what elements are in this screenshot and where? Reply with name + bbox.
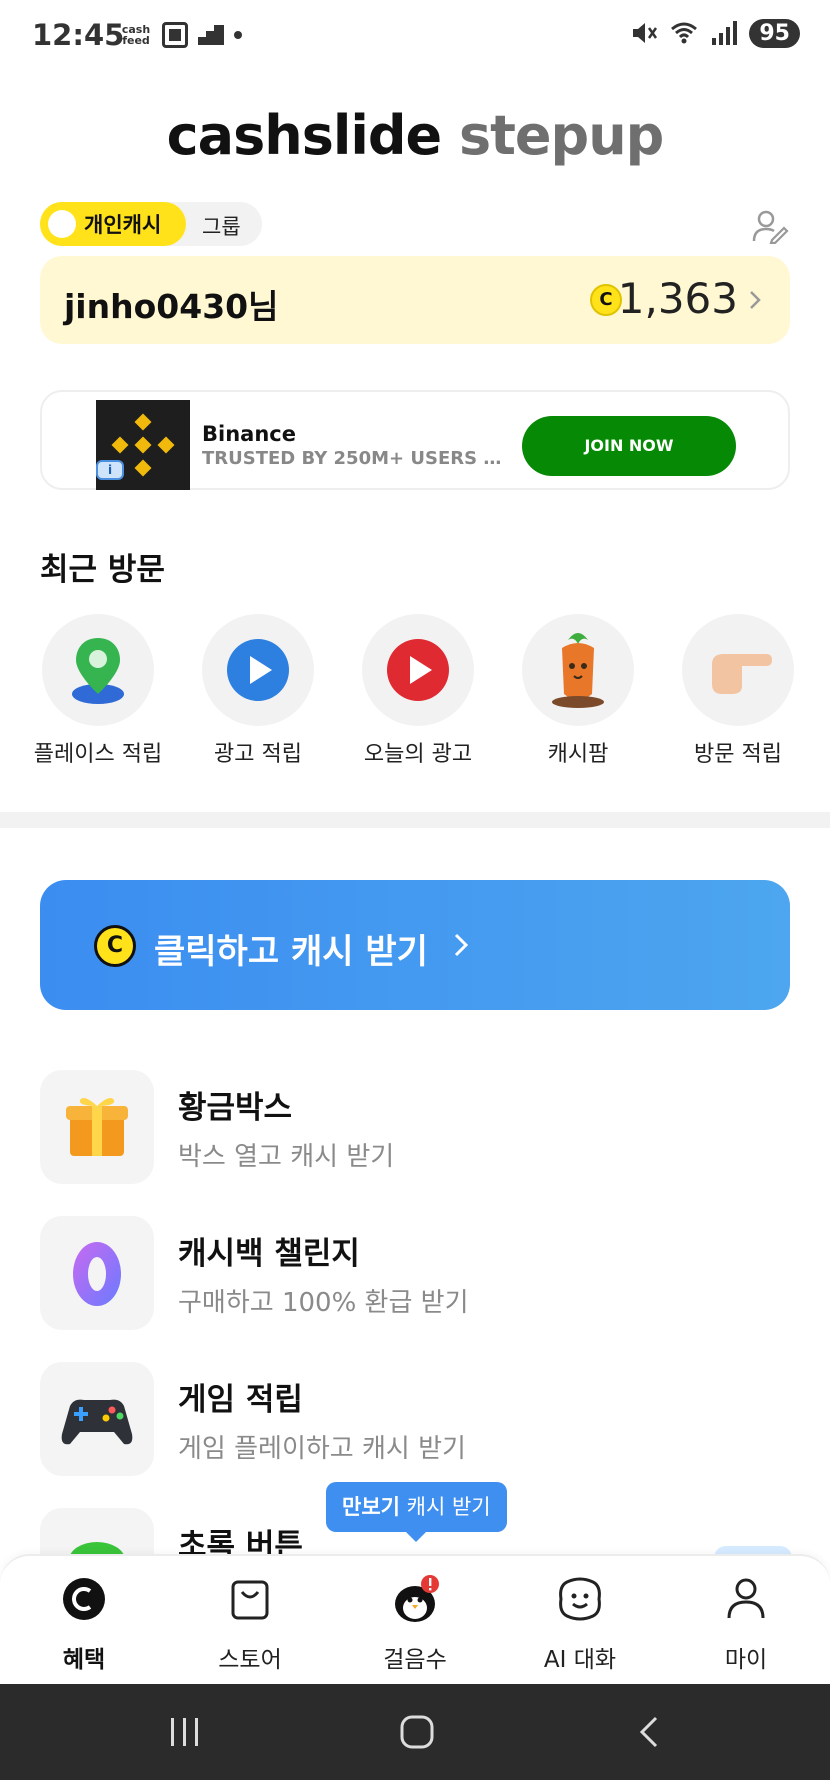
status-time: 12:45: [32, 18, 125, 52]
toggle-personal[interactable]: 개인캐시: [40, 202, 186, 246]
nav-label: 걸음수: [383, 1647, 447, 1673]
section-divider: [0, 812, 830, 828]
recent-item-visit[interactable]: 방문 적립: [658, 614, 818, 768]
coin-icon: C: [94, 925, 136, 967]
ai-face-icon: [559, 1577, 601, 1621]
feature-golden-box[interactable]: 황금박스 박스 열고 캐시 받기: [40, 1070, 790, 1184]
feature-game-reward[interactable]: 게임 적립 게임 플레이하고 캐시 받기: [40, 1362, 790, 1476]
battery-icon: 95: [749, 18, 800, 48]
cashfeed-icon: cash feed: [121, 23, 151, 47]
feature-subtitle: 구매하고 100% 환급 받기: [178, 1288, 469, 1318]
cash-balance: 1,363: [617, 274, 738, 323]
pedometer-tooltip[interactable]: 만보기 캐시 받기: [326, 1482, 507, 1532]
toggle-knob: [48, 210, 76, 238]
user-cash-card[interactable]: jinho0430님 C 1,363: [40, 256, 790, 344]
cash-type-toggle[interactable]: 개인캐시 그룹: [40, 202, 262, 246]
penguin-icon: [395, 1575, 439, 1622]
app-logo: cashslide stepup: [0, 104, 830, 167]
feature-cashback-challenge[interactable]: 캐시백 챌린지 구매하고 100% 환급 받기: [40, 1216, 790, 1330]
back-icon[interactable]: [630, 1712, 670, 1752]
recent-label: 캐시팜: [547, 742, 609, 767]
feature-title: 황금박스: [178, 1090, 293, 1126]
nav-store[interactable]: 스토어: [190, 1574, 310, 1674]
feature-title: 캐시백 챌린지: [178, 1236, 360, 1272]
recent-label: 광고 적립: [214, 742, 302, 767]
feature-subtitle: 박스 열고 캐시 받기: [178, 1142, 395, 1172]
tooltip-bold: 만보기: [342, 1495, 400, 1519]
ad-brand: Binance: [202, 422, 296, 446]
ad-join-button[interactable]: JOIN NOW: [522, 416, 736, 476]
recent-label: 오늘의 광고: [363, 742, 473, 767]
bottom-nav: 혜택 스토어 걸음수 AI 대화 마이: [0, 1554, 830, 1684]
pointing-hand-icon: [682, 614, 794, 726]
stair-icon: [198, 25, 224, 45]
dot-icon: [234, 31, 242, 39]
shopping-bag-icon: [231, 1580, 269, 1620]
nav-ai-chat[interactable]: AI 대화: [520, 1574, 640, 1674]
wifi-icon: [671, 22, 698, 44]
recent-label: 방문 적립: [694, 742, 782, 767]
status-bar: 12:45 cash feed 95: [0, 0, 830, 72]
signal-icon: [712, 21, 738, 45]
nav-label: AI 대화: [543, 1647, 617, 1673]
tooltip-arrow: [404, 1530, 428, 1542]
logo-part2: stepup: [458, 104, 664, 167]
system-nav-bar: [0, 1684, 830, 1780]
zero-icon: [40, 1216, 154, 1330]
recent-item-cashfarm[interactable]: 캐시팜: [498, 614, 658, 768]
toggle-personal-label: 개인캐시: [84, 213, 162, 237]
carrot-icon: [522, 614, 634, 726]
status-icons-left: cash feed: [120, 22, 242, 48]
ad-description: TRUSTED BY 250M+ USERS THE …: [202, 448, 512, 469]
nav-steps[interactable]: 걸음수: [355, 1574, 475, 1674]
gift-box-icon: [40, 1070, 154, 1184]
recent-item-today-ad[interactable]: 오늘의 광고: [338, 614, 498, 768]
feature-title: 게임 적립: [178, 1382, 303, 1418]
nav-label: 스토어: [218, 1647, 282, 1673]
tooltip-text: 캐시 받기: [399, 1495, 491, 1519]
recent-item-ad[interactable]: 광고 적립: [178, 614, 338, 768]
red-play-icon: [362, 614, 474, 726]
mute-icon: [633, 23, 658, 43]
nav-benefits[interactable]: 혜택: [24, 1574, 144, 1674]
user-name: jinho0430님: [64, 287, 279, 326]
get-cash-label: 클릭하고 캐시 받기: [154, 932, 428, 972]
status-icons-right: 95: [629, 18, 800, 48]
get-cash-button[interactable]: C 클릭하고 캐시 받기: [40, 880, 790, 1010]
map-pin-icon: [42, 614, 154, 726]
gamepad-icon: [40, 1362, 154, 1476]
home-icon[interactable]: [397, 1712, 437, 1752]
recent-visits-row: 플레이스 적립 광고 적립 오늘의 광고 캐시팜 방문 적립: [0, 614, 830, 774]
recent-visits-title: 최근 방문: [40, 552, 165, 588]
nav-my[interactable]: 마이: [686, 1574, 806, 1674]
nav-label: 혜택: [62, 1647, 106, 1673]
recent-apps-icon[interactable]: [165, 1712, 205, 1752]
person-icon: [727, 1578, 765, 1619]
logo-part1: cashslide: [166, 104, 442, 167]
chevron-right-icon: [750, 291, 761, 309]
nav-label: 마이: [724, 1647, 768, 1673]
profile-edit-icon[interactable]: [750, 208, 790, 244]
feature-subtitle: 게임 플레이하고 캐시 받기: [178, 1434, 466, 1464]
coin-c-icon: [63, 1578, 105, 1620]
recent-item-place[interactable]: 플레이스 적립: [18, 614, 178, 768]
chevron-right-icon: [454, 933, 469, 957]
recent-label: 플레이스 적립: [33, 742, 163, 767]
qr-icon: [162, 22, 188, 48]
ad-info-icon[interactable]: i: [96, 460, 124, 480]
ad-banner[interactable]: i Binance TRUSTED BY 250M+ USERS THE … J…: [40, 390, 790, 490]
toggle-group[interactable]: 그룹: [202, 211, 241, 241]
blue-play-icon: [202, 614, 314, 726]
